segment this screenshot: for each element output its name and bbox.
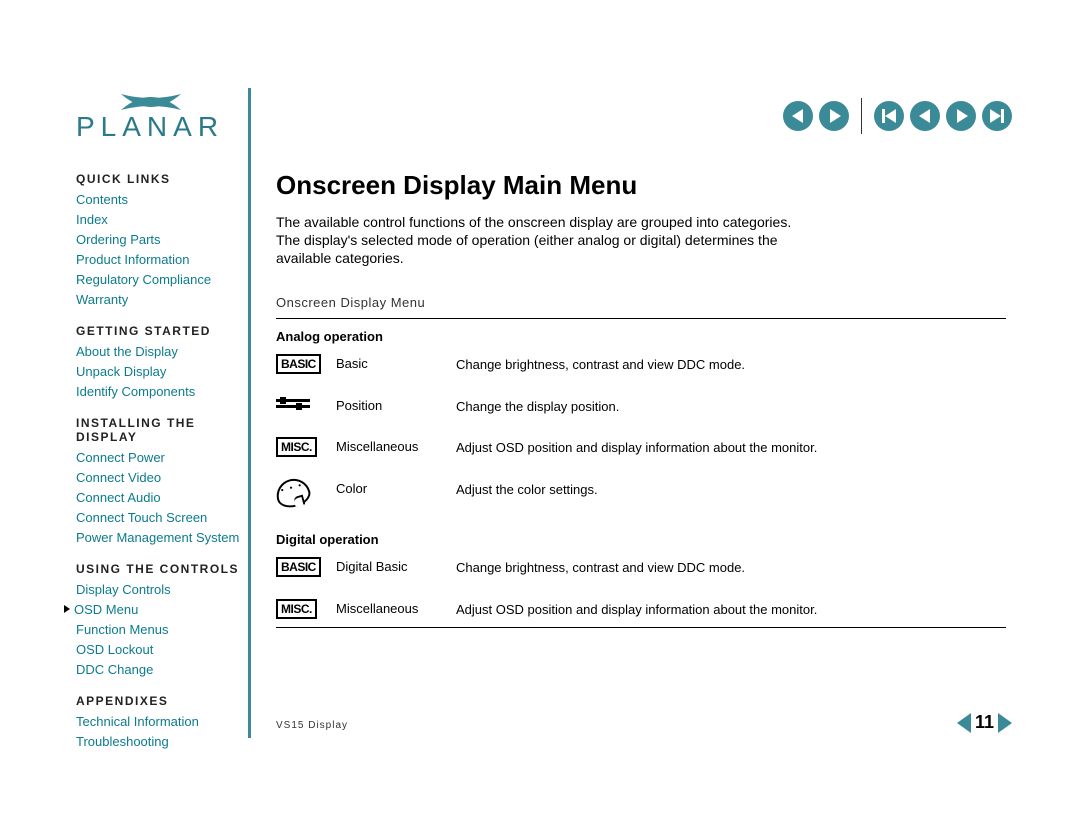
nav-next-view-button[interactable]: [819, 101, 849, 131]
menu-row-color: Color Adjust the color settings.: [276, 479, 1006, 510]
menu-name: Basic: [336, 354, 456, 371]
menu-desc: Change the display position.: [456, 396, 1006, 415]
menu-desc: Adjust OSD position and display informat…: [456, 437, 1006, 456]
sidebar-heading-appendixes: APPENDIXES: [76, 694, 244, 708]
nav-divider: [861, 98, 862, 134]
sidebar-heading-quick-links: QUICK LINKS: [76, 172, 244, 186]
menu-row-basic: BASIC Basic Change brightness, contrast …: [276, 354, 1006, 374]
digital-heading: Digital operation: [276, 532, 1006, 547]
sidebar-link-connect-audio[interactable]: Connect Audio: [76, 488, 244, 508]
page-number-nav: 11: [957, 712, 1012, 733]
sidebar-link-function-menus[interactable]: Function Menus: [76, 620, 244, 640]
table-rule-top: [276, 318, 1006, 319]
sidebar-link-contents[interactable]: Contents: [76, 190, 244, 210]
sidebar-link-display-controls[interactable]: Display Controls: [76, 580, 244, 600]
sidebar-link-connect-touch-screen[interactable]: Connect Touch Screen: [76, 508, 244, 528]
menu-name: Position: [336, 396, 456, 413]
sidebar-nav: QUICK LINKS Contents Index Ordering Part…: [76, 172, 244, 766]
sidebar-link-osd-menu[interactable]: OSD Menu: [76, 600, 244, 620]
basic-icon: BASIC: [276, 557, 321, 577]
vertical-rule: [248, 88, 251, 738]
menu-row-misc: MISC. Miscellaneous Adjust OSD position …: [276, 437, 1006, 457]
table-caption: Onscreen Display Menu: [276, 295, 1006, 310]
sidebar-link-ddc-change[interactable]: DDC Change: [76, 660, 244, 680]
brand-name: PLANAR: [76, 111, 226, 143]
sidebar-link-power-management[interactable]: Power Management System: [76, 528, 244, 548]
sidebar-link-regulatory-compliance[interactable]: Regulatory Compliance: [76, 270, 244, 290]
menu-name: Miscellaneous: [336, 599, 456, 616]
page-intro: The available control functions of the o…: [276, 213, 806, 267]
position-icon: [276, 396, 310, 411]
menu-desc: Change brightness, contrast and view DDC…: [456, 354, 1006, 373]
menu-name: Color: [336, 479, 456, 496]
page-number: 11: [975, 712, 994, 733]
sidebar-heading-installing: INSTALLING THE DISPLAY: [76, 416, 244, 444]
menu-desc: Change brightness, contrast and view DDC…: [456, 557, 1006, 576]
color-icon: [273, 475, 313, 511]
menu-desc: Adjust the color settings.: [456, 479, 1006, 498]
nav-first-page-button[interactable]: [874, 101, 904, 131]
sidebar-link-technical-information[interactable]: Technical Information: [76, 712, 244, 732]
analog-heading: Analog operation: [276, 329, 1006, 344]
sidebar-link-ordering-parts[interactable]: Ordering Parts: [76, 230, 244, 250]
page-prev-button[interactable]: [957, 713, 971, 733]
sidebar-link-connect-video[interactable]: Connect Video: [76, 468, 244, 488]
menu-row-position: Position Change the display position.: [276, 396, 1006, 415]
sidebar-link-unpack-display[interactable]: Unpack Display: [76, 362, 244, 382]
misc-icon: MISC.: [276, 599, 317, 619]
page-title: Onscreen Display Main Menu: [276, 170, 1006, 201]
menu-name: Digital Basic: [336, 557, 456, 574]
brand-logo: PLANAR: [76, 88, 226, 143]
menu-desc: Adjust OSD position and display informat…: [456, 599, 1006, 618]
nav-prev-view-button[interactable]: [783, 101, 813, 131]
misc-icon: MISC.: [276, 437, 317, 457]
sidebar-link-warranty[interactable]: Warranty: [76, 290, 244, 310]
sidebar-heading-using-controls: USING THE CONTROLS: [76, 562, 244, 576]
menu-row-digital-basic: BASIC Digital Basic Change brightness, c…: [276, 557, 1006, 577]
sidebar-heading-getting-started: GETTING STARTED: [76, 324, 244, 338]
page-next-button[interactable]: [998, 713, 1012, 733]
sidebar-link-index[interactable]: Index: [76, 210, 244, 230]
basic-icon: BASIC: [276, 354, 321, 374]
top-nav-buttons: [783, 98, 1012, 134]
footer-product: VS15 Display: [276, 720, 348, 731]
menu-name: Miscellaneous: [336, 437, 456, 454]
nav-prev-page-button[interactable]: [910, 101, 940, 131]
main-content: Onscreen Display Main Menu The available…: [276, 170, 1006, 638]
menu-row-digital-misc: MISC. Miscellaneous Adjust OSD position …: [276, 599, 1006, 619]
nav-next-page-button[interactable]: [946, 101, 976, 131]
sidebar-link-osd-lockout[interactable]: OSD Lockout: [76, 640, 244, 660]
sidebar-link-about-the-display[interactable]: About the Display: [76, 342, 244, 362]
sidebar-link-connect-power[interactable]: Connect Power: [76, 448, 244, 468]
sidebar-link-identify-components[interactable]: Identify Components: [76, 382, 244, 402]
sidebar-link-product-information[interactable]: Product Information: [76, 250, 244, 270]
table-rule-bottom: [276, 627, 1006, 628]
sidebar-link-troubleshooting[interactable]: Troubleshooting: [76, 732, 244, 752]
nav-last-page-button[interactable]: [982, 101, 1012, 131]
